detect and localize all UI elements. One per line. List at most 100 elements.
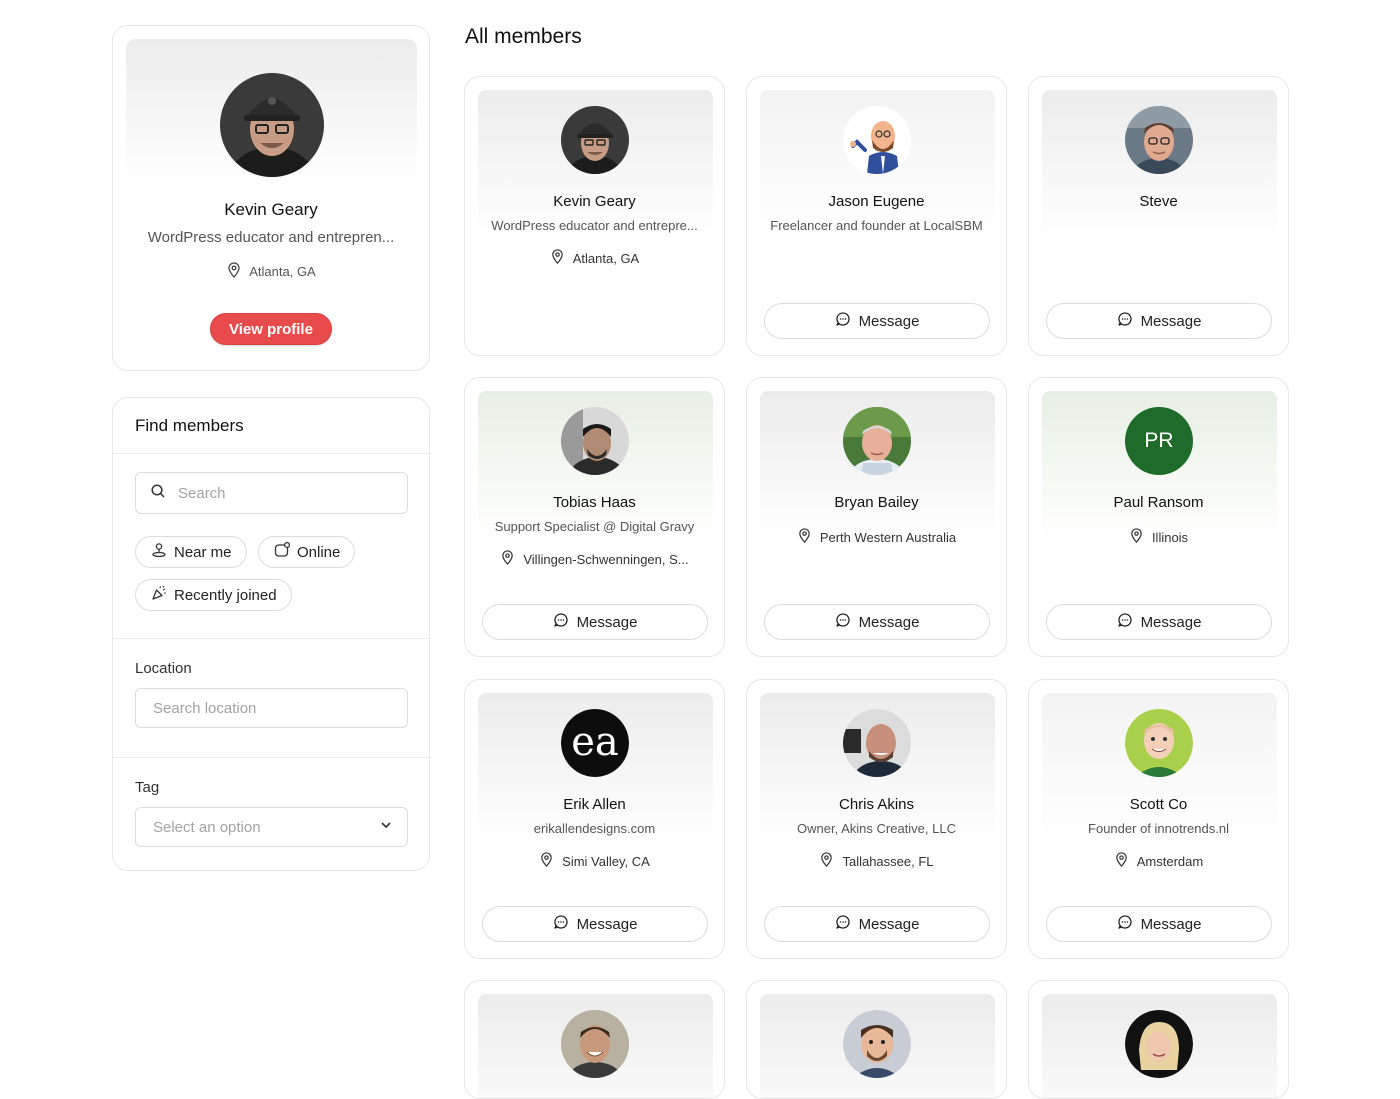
member-location: Illinois (1039, 528, 1278, 546)
online-icon (274, 541, 291, 562)
message-button[interactable]: Message (764, 303, 990, 339)
member-location: Perth Western Australia (757, 528, 996, 546)
member-card: ea Erik Allen erikallendesigns.com Simi … (464, 679, 725, 959)
chevron-down-icon (379, 818, 393, 836)
location-pin-icon (500, 550, 515, 568)
current-user-card: Kevin Geary WordPress educator and entre… (112, 25, 430, 371)
member-location-text: Tallahassee, FL (842, 853, 934, 869)
avatar[interactable]: ea (561, 709, 629, 777)
location-pin-icon (819, 852, 834, 870)
location-input[interactable] (153, 699, 373, 717)
member-card: PR Paul Ransom Illinois Message (1028, 377, 1289, 657)
avatar[interactable] (843, 407, 911, 475)
member-name[interactable]: Paul Ransom (1029, 494, 1288, 511)
message-icon (1117, 612, 1133, 632)
member-card (746, 980, 1007, 1099)
member-name[interactable]: Tobias Haas (465, 494, 724, 511)
divider (113, 638, 429, 639)
page-title: All members (465, 25, 582, 48)
avatar[interactable] (561, 1010, 629, 1078)
avatar[interactable] (843, 106, 911, 174)
message-label: Message (576, 613, 638, 631)
member-card: Bryan Bailey Perth Western Australia Mes… (746, 377, 1007, 657)
member-name[interactable]: Bryan Bailey (747, 494, 1006, 511)
member-name[interactable]: Jason Eugene (747, 193, 1006, 210)
avatar[interactable] (1125, 106, 1193, 174)
profile-tagline: WordPress educator and entrepren... (147, 229, 395, 246)
tag-select-value: Select an option (153, 818, 261, 836)
divider (113, 453, 429, 454)
party-icon (151, 585, 167, 605)
online-chip[interactable]: Online (258, 536, 356, 568)
member-location-text: Atlanta, GA (572, 250, 640, 266)
member-name[interactable]: Scott Co (1029, 796, 1288, 813)
member-location-text: Perth Western Australia (819, 529, 957, 545)
member-name[interactable]: Kevin Geary (465, 193, 724, 210)
member-location-text: Simi Valley, CA (562, 853, 650, 869)
member-location: Villingen-Schwenningen, S... (475, 550, 714, 568)
avatar[interactable] (843, 1010, 911, 1078)
avatar[interactable] (561, 407, 629, 475)
member-card (464, 980, 725, 1099)
member-card: Chris Akins Owner, Akins Creative, LLC T… (746, 679, 1007, 959)
message-button[interactable]: Message (1046, 303, 1272, 339)
member-card: Scott Co Founder of innotrends.nl Amster… (1028, 679, 1289, 959)
avatar[interactable] (1125, 1010, 1193, 1078)
search-icon (150, 483, 166, 504)
member-location: Tallahassee, FL (757, 852, 996, 870)
avatar[interactable] (561, 106, 629, 174)
near-me-chip[interactable]: Near me (135, 536, 247, 568)
member-location: Amsterdam (1039, 852, 1278, 870)
message-icon (835, 612, 851, 632)
member-location-text: Villingen-Schwenningen, S... (523, 551, 689, 567)
recently-joined-chip[interactable]: Recently joined (135, 579, 292, 611)
location-pin-icon (226, 262, 242, 281)
message-label: Message (858, 613, 920, 631)
message-icon (553, 612, 569, 632)
member-name[interactable]: Erik Allen (465, 796, 724, 813)
avatar[interactable]: PR (1125, 407, 1193, 475)
divider (113, 757, 429, 758)
member-card: Jason Eugene Freelancer and founder at L… (746, 76, 1007, 356)
profile-location-text: Atlanta, GA (249, 264, 316, 279)
message-button[interactable]: Message (1046, 604, 1272, 640)
member-card (1028, 980, 1289, 1099)
location-field[interactable] (135, 688, 408, 728)
member-location: Simi Valley, CA (475, 852, 714, 870)
find-members-panel: Find members Near me Online Recently joi… (112, 397, 430, 871)
avatar[interactable] (1125, 709, 1193, 777)
message-label: Message (576, 915, 638, 933)
member-search[interactable] (135, 472, 408, 514)
tag-select[interactable]: Select an option (135, 807, 408, 847)
member-name[interactable]: Steve (1029, 193, 1288, 210)
location-pin-icon (797, 528, 812, 546)
message-button[interactable]: Message (482, 604, 708, 640)
view-profile-button[interactable]: View profile (210, 313, 332, 345)
member-card: Tobias Haas Support Specialist @ Digital… (464, 377, 725, 657)
member-tagline: Owner, Akins Creative, LLC (797, 821, 956, 836)
message-button[interactable]: Message (764, 604, 990, 640)
avatar[interactable] (220, 73, 324, 177)
member-card: Steve Message (1028, 76, 1289, 356)
search-input[interactable] (178, 484, 398, 502)
location-label: Location (135, 660, 192, 677)
message-icon (1117, 914, 1133, 934)
message-label: Message (858, 915, 920, 933)
message-button[interactable]: Message (1046, 906, 1272, 942)
message-label: Message (1140, 915, 1202, 933)
location-pin-icon (1129, 528, 1144, 546)
member-name[interactable]: Chris Akins (747, 796, 1006, 813)
location-pin-icon (539, 852, 554, 870)
initials-avatar: PR (1125, 407, 1193, 475)
member-location-text: Amsterdam (1136, 853, 1204, 869)
member-tagline: WordPress educator and entrepre... (491, 218, 698, 233)
avatar[interactable] (843, 709, 911, 777)
message-label: Message (1140, 312, 1202, 330)
tag-label: Tag (135, 779, 160, 796)
find-members-title: Find members (135, 416, 244, 435)
person-pin-icon (151, 542, 167, 562)
message-button[interactable]: Message (764, 906, 990, 942)
message-button[interactable]: Message (482, 906, 708, 942)
message-icon (835, 311, 851, 331)
member-tagline: erikallendesigns.com (533, 821, 656, 836)
